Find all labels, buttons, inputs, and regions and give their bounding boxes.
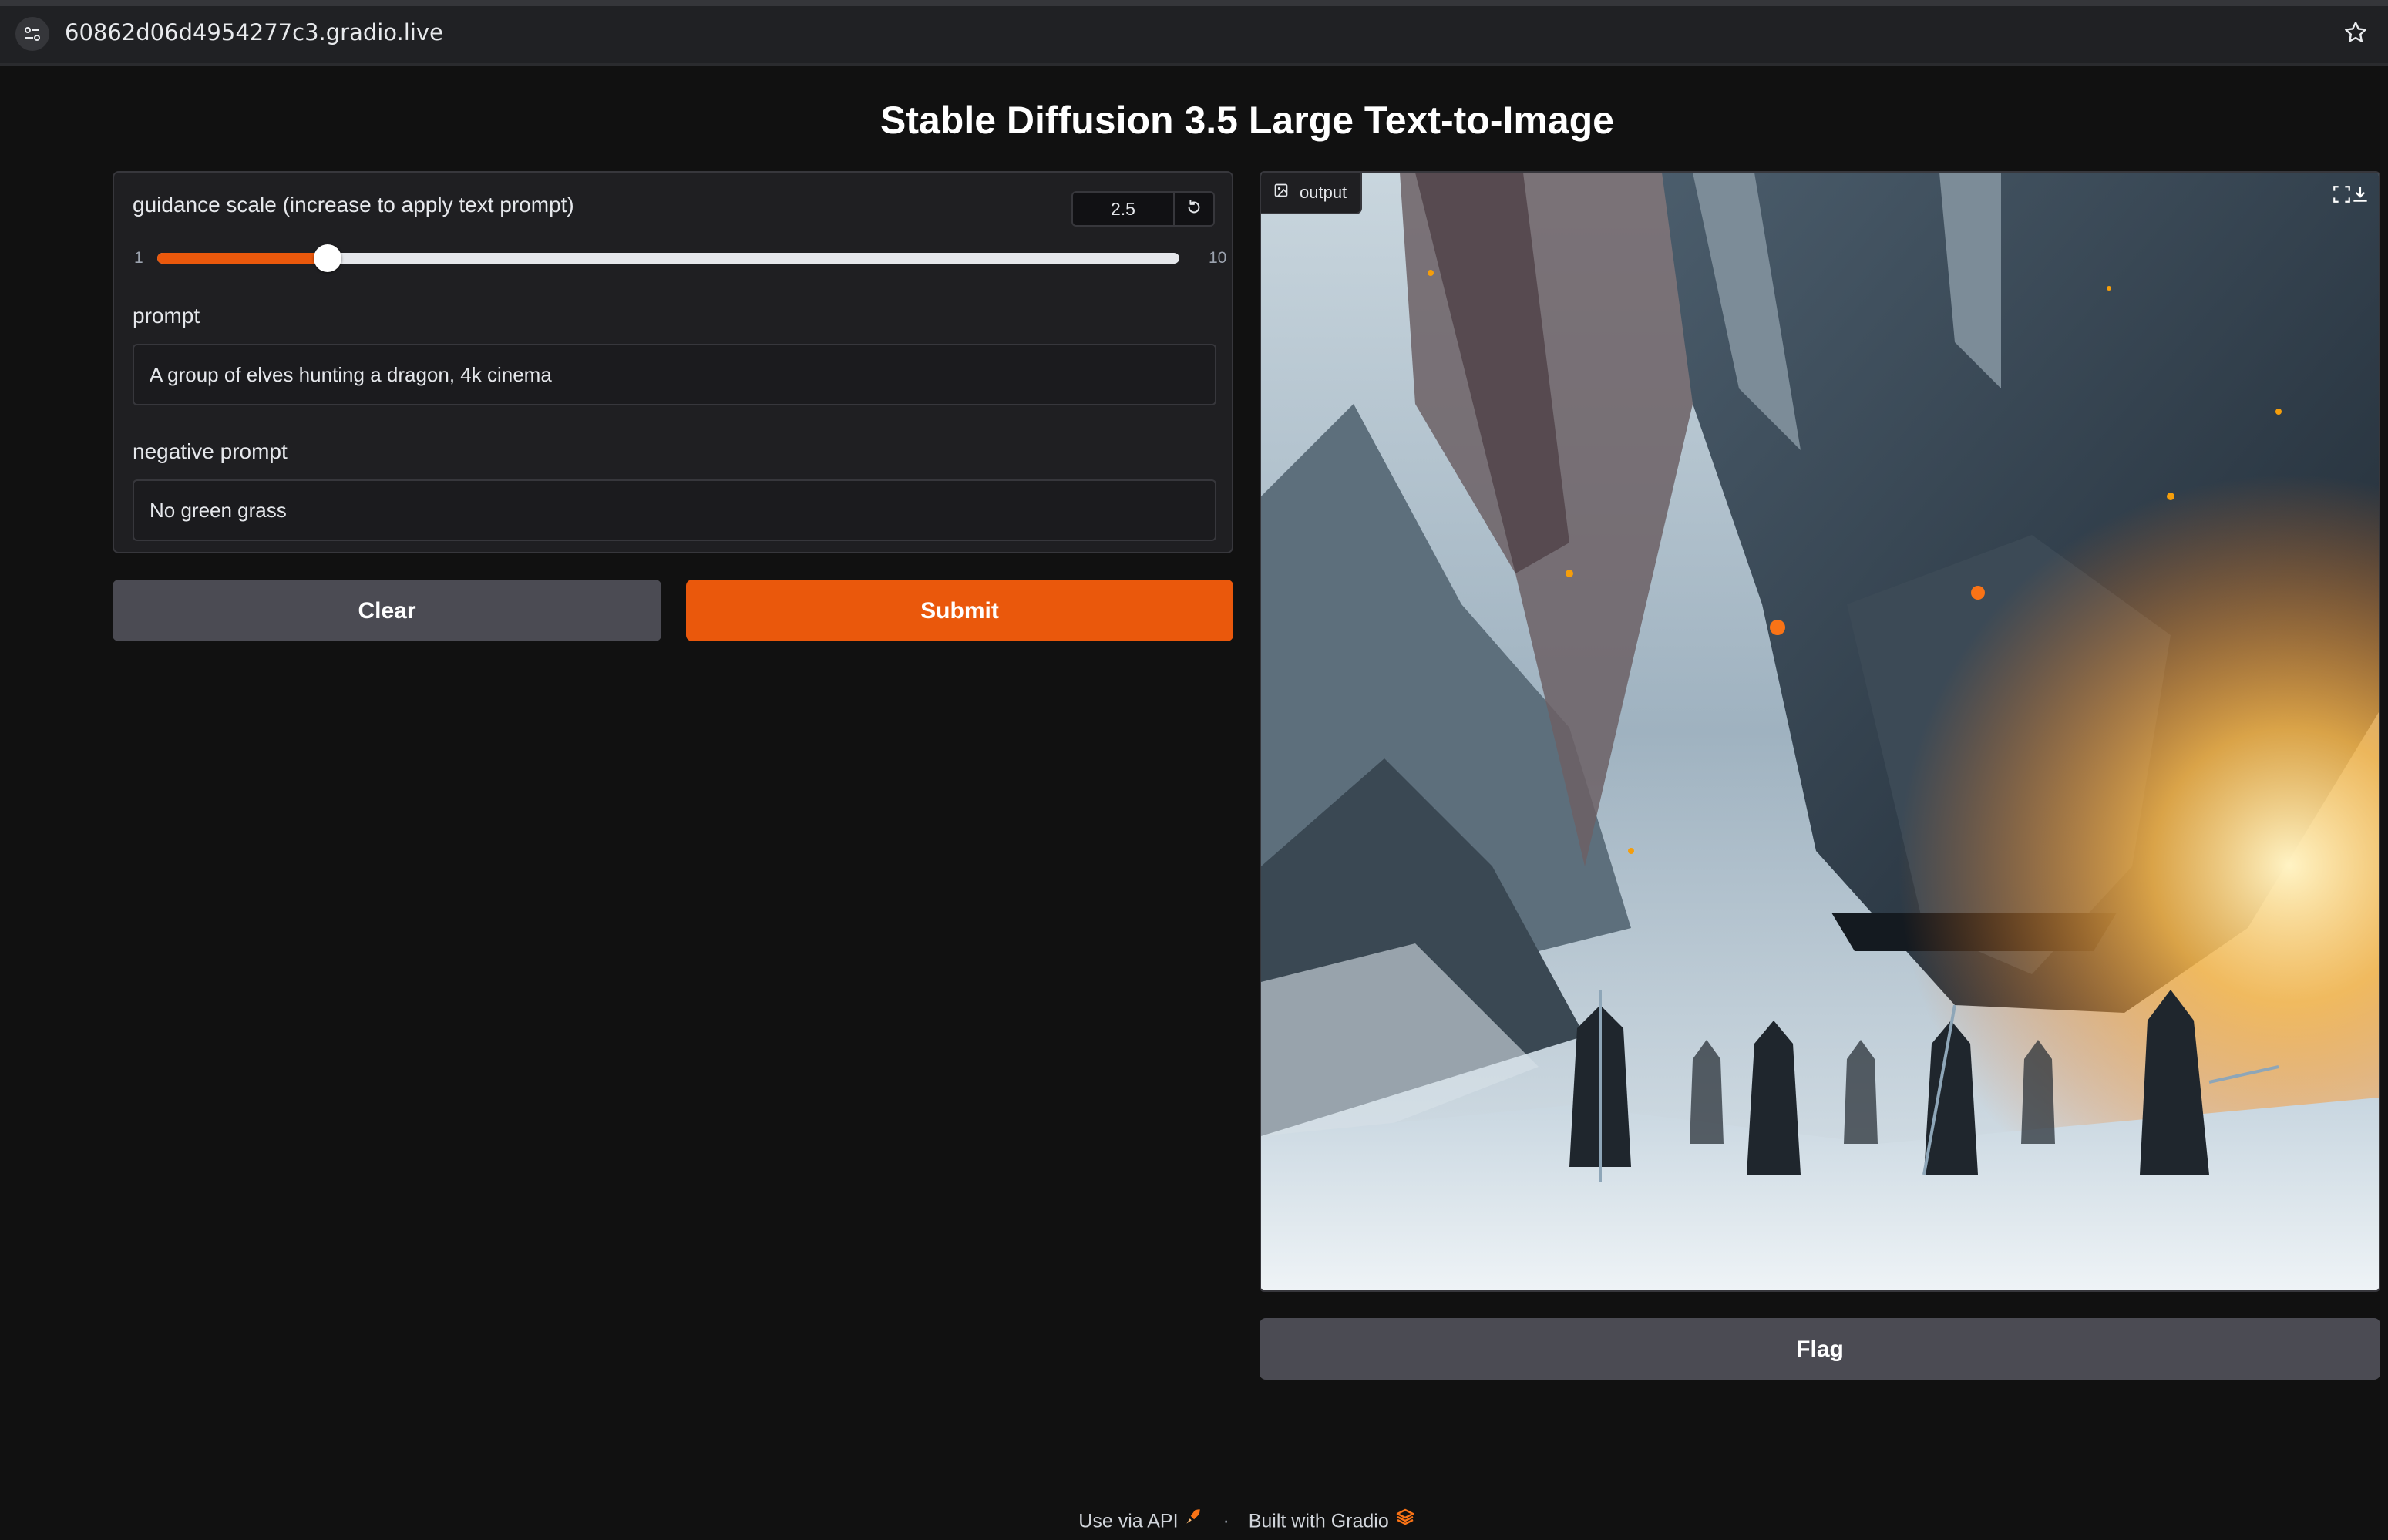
submit-button[interactable]: Submit	[686, 580, 1233, 641]
footer: Use via API · Built with Gradio	[0, 1506, 2388, 1535]
built-with-gradio-link[interactable]: Built with Gradio	[1249, 1510, 1389, 1532]
bookmark-star-icon[interactable]	[2339, 15, 2373, 49]
rocket-icon	[1183, 1509, 1209, 1532]
generated-dragon-image	[1261, 173, 2379, 1290]
output-label-text: output	[1300, 183, 1347, 202]
gradio-logo-icon	[1394, 1509, 1416, 1532]
slider-max-label: 10	[1209, 249, 1227, 267]
guidance-scale-number-input[interactable]: 2.5	[1071, 191, 1175, 227]
guidance-scale-slider[interactable]	[157, 244, 1179, 272]
download-icon[interactable]	[2345, 179, 2376, 210]
prompt-input[interactable]: A group of elves hunting a dragon, 4k ci…	[133, 344, 1216, 405]
footer-separator: ·	[1223, 1510, 1229, 1532]
reset-icon	[1186, 199, 1202, 220]
clear-button[interactable]: Clear	[113, 580, 661, 641]
negative-prompt-input[interactable]: No green grass	[133, 479, 1216, 541]
use-via-api-link[interactable]: Use via API	[1078, 1510, 1178, 1532]
flag-button[interactable]: Flag	[1260, 1318, 2380, 1380]
reset-button[interactable]	[1173, 191, 1215, 227]
slider-thumb[interactable]	[314, 244, 342, 272]
output-image-panel: output	[1260, 171, 2380, 1292]
negative-prompt-label: negative prompt	[133, 439, 288, 463]
slider-fill	[157, 253, 328, 264]
guidance-scale-label: guidance scale (increase to apply text p…	[133, 193, 574, 217]
browser-top-strip	[0, 0, 2388, 6]
site-info-icon[interactable]	[15, 17, 49, 51]
output-label-tab: output	[1261, 173, 1363, 214]
browser-address-bar: 60862d06d4954277c3.gradio.live	[0, 0, 2388, 66]
image-icon	[1273, 183, 1289, 203]
input-panel: guidance scale (increase to apply text p…	[113, 171, 1233, 553]
page-title: Stable Diffusion 3.5 Large Text-to-Image	[880, 99, 1614, 142]
slider-min-label: 1	[134, 249, 143, 267]
prompt-label: prompt	[133, 304, 200, 328]
url-text[interactable]: 60862d06d4954277c3.gradio.live	[65, 17, 443, 48]
